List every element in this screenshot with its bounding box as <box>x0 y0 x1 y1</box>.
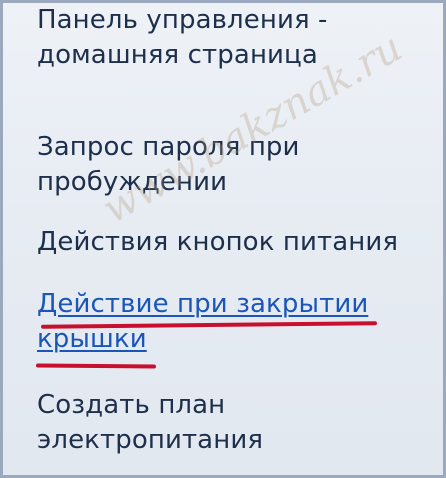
link-line: домашняя страница <box>37 40 318 70</box>
link-create-power-plan[interactable]: Создать план электропитания <box>37 388 263 458</box>
link-line: Панель управления - <box>37 5 328 35</box>
link-line: Создать план <box>37 390 226 420</box>
link-line: Действие при закрытии <box>37 289 369 319</box>
highlight-underline <box>35 363 157 369</box>
link-control-panel-home[interactable]: Панель управления - домашняя страница <box>37 3 328 73</box>
control-panel-sidebar: Панель управления - домашняя страница За… <box>0 0 446 478</box>
link-line: электропитания <box>37 425 264 455</box>
link-line: Действия кнопок питания <box>37 227 399 257</box>
link-power-buttons-action[interactable]: Действия кнопок питания <box>37 225 398 260</box>
